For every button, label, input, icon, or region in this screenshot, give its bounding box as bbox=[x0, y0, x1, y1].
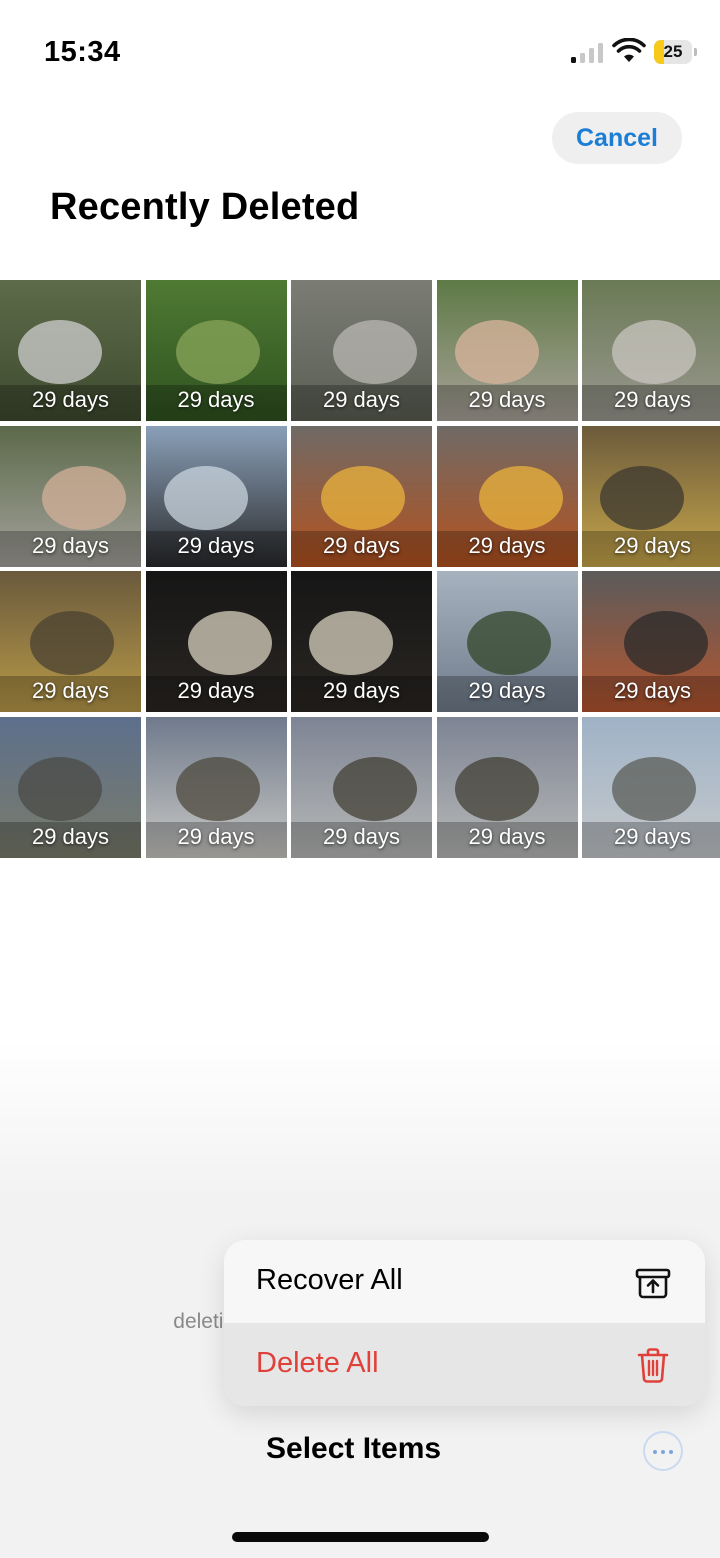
battery-icon: 25 bbox=[654, 40, 692, 64]
photo-thumbnail[interactable]: 29 days bbox=[291, 571, 432, 712]
days-remaining-label: 29 days bbox=[177, 532, 255, 558]
days-remaining-label: 29 days bbox=[322, 678, 401, 703]
days-remaining-label: 29 days bbox=[31, 823, 110, 849]
archive-upload-icon bbox=[635, 1268, 671, 1299]
photo-thumbnail[interactable]: 29 days bbox=[0, 425, 141, 567]
page-title: Recently Deleted bbox=[50, 186, 360, 228]
days-remaining-label: 29 days bbox=[177, 823, 255, 849]
days-remaining-label: 29 days bbox=[613, 678, 692, 703]
days-remaining-label: 29 days bbox=[31, 678, 110, 703]
photo-thumbnail[interactable]: 29 days bbox=[582, 280, 720, 421]
recover-all-label: Recover All bbox=[256, 1264, 403, 1296]
dot bbox=[653, 1450, 657, 1454]
days-remaining-label: 29 days bbox=[322, 532, 401, 558]
days-remaining-label: 29 days bbox=[613, 387, 692, 412]
wifi-icon bbox=[612, 38, 646, 62]
photo-thumbnail[interactable]: 29 days bbox=[291, 280, 432, 421]
recover-all-button[interactable]: Recover All bbox=[224, 1240, 705, 1324]
delete-all-button[interactable]: Delete All bbox=[224, 1323, 705, 1406]
photo-thumbnail[interactable]: 29 days bbox=[0, 571, 141, 712]
days-remaining-label: 29 days bbox=[177, 678, 255, 703]
photo-thumbnail[interactable]: 29 days bbox=[0, 716, 141, 858]
photo-thumbnail[interactable]: 29 days bbox=[436, 425, 578, 567]
photo-thumbnail[interactable]: 29 days bbox=[145, 571, 287, 712]
days-remaining-label: 29 days bbox=[468, 823, 546, 849]
days-remaining-label: 29 days bbox=[31, 532, 110, 558]
days-remaining-label: 29 days bbox=[31, 387, 110, 412]
days-remaining-label: 29 days bbox=[322, 387, 401, 412]
days-remaining-label: 29 days bbox=[468, 387, 546, 412]
battery-tip bbox=[694, 48, 697, 56]
delete-all-label: Delete All bbox=[256, 1347, 379, 1379]
dot bbox=[661, 1450, 665, 1454]
cellular-signal-icon bbox=[571, 43, 603, 63]
photo-thumbnail[interactable]: 29 days bbox=[291, 425, 432, 567]
photo-thumbnail[interactable]: 29 days bbox=[582, 425, 720, 567]
status-time: 15:34 bbox=[44, 36, 121, 68]
days-remaining-label: 29 days bbox=[468, 532, 546, 558]
trash-icon bbox=[637, 1348, 669, 1383]
actions-menu: Recover All Delete All bbox=[224, 1240, 705, 1406]
battery-indicator: 25 bbox=[654, 40, 698, 66]
battery-level: 25 bbox=[663, 42, 683, 61]
photo-thumbnail[interactable]: 29 days bbox=[145, 425, 287, 567]
cancel-button[interactable]: Cancel bbox=[552, 112, 682, 164]
select-items-button[interactable]: Select Items bbox=[266, 1432, 441, 1466]
photo-thumbnail[interactable]: 29 days bbox=[582, 571, 720, 712]
photo-thumbnail[interactable]: 29 days bbox=[436, 571, 578, 712]
ellipsis-circle-icon[interactable] bbox=[643, 1431, 683, 1471]
days-remaining-label: 29 days bbox=[468, 678, 546, 703]
status-bar: 15:34 25 bbox=[0, 0, 720, 100]
photo-thumbnail[interactable]: 29 days bbox=[291, 716, 432, 858]
days-remaining-label: 29 days bbox=[613, 823, 692, 849]
home-indicator[interactable] bbox=[232, 1532, 489, 1542]
photo-thumbnail[interactable]: 29 days bbox=[436, 716, 578, 858]
photo-thumbnail[interactable]: 29 days bbox=[436, 280, 578, 421]
photo-thumbnail[interactable]: 29 days bbox=[0, 280, 141, 421]
photo-thumbnail[interactable]: 29 days bbox=[145, 280, 287, 421]
photo-thumbnail[interactable]: 29 days bbox=[145, 716, 287, 858]
days-remaining-label: 29 days bbox=[322, 823, 401, 849]
dot bbox=[669, 1450, 673, 1454]
days-remaining-label: 29 days bbox=[177, 387, 255, 412]
photo-thumbnail[interactable]: 29 days bbox=[582, 716, 720, 858]
days-remaining-label: 29 days bbox=[613, 532, 692, 558]
